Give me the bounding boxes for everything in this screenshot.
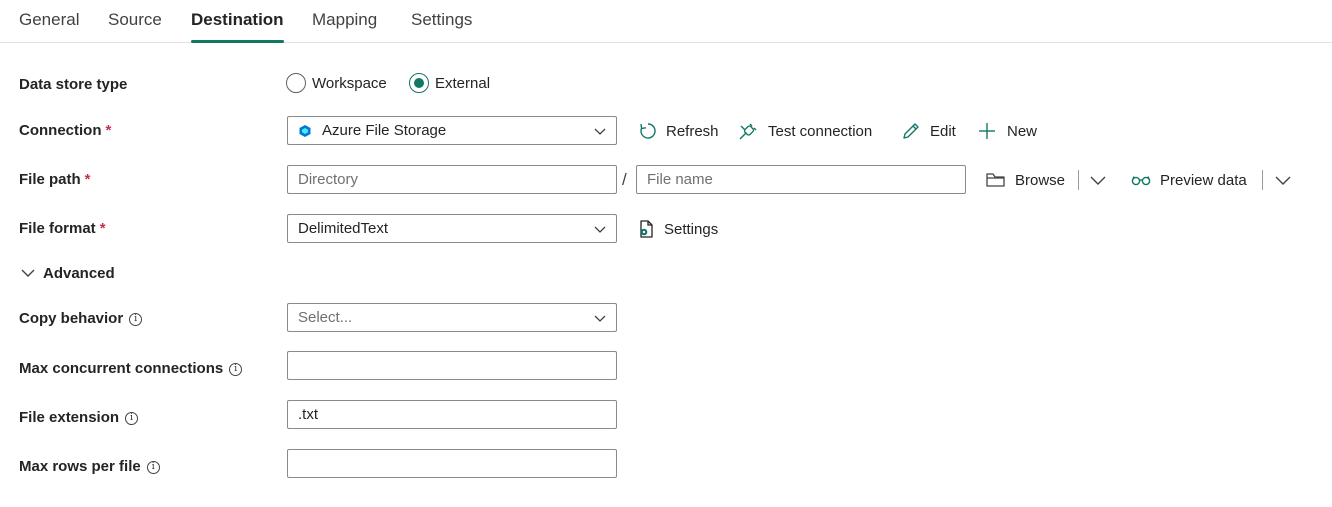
file-format-label-text: File format (19, 220, 96, 237)
info-icon[interactable]: i (129, 313, 143, 326)
azure-file-storage-icon (298, 124, 312, 138)
radio-circle-checked (409, 73, 429, 93)
info-icon[interactable]: i (229, 363, 243, 376)
refresh-icon (640, 123, 656, 139)
max-concurrent-label-text: Max concurrent connections (19, 360, 224, 377)
new-button[interactable]: New (977, 117, 1037, 145)
directory-input[interactable]: Directory (287, 165, 617, 194)
file-extension-value: .txt (298, 406, 319, 423)
tab-general[interactable]: General (19, 10, 79, 43)
required-mark: * (99, 220, 106, 237)
copy-behavior-select[interactable]: Select... (287, 303, 617, 332)
browse-label: Browse (1015, 171, 1066, 189)
radio-workspace-label: Workspace (312, 74, 387, 92)
chevron-down-icon (1275, 176, 1291, 185)
tab-settings[interactable]: Settings (411, 10, 472, 43)
preview-dropdown-button[interactable] (1273, 166, 1301, 194)
browse-dropdown-button[interactable] (1088, 166, 1116, 194)
file-path-label: File path * (19, 171, 91, 188)
advanced-label: Advanced (43, 264, 115, 282)
radio-external[interactable]: External (409, 72, 490, 94)
chevron-down-icon (594, 128, 606, 135)
file-name-placeholder: File name (647, 171, 713, 188)
file-format-select[interactable]: DelimitedText (287, 214, 617, 243)
connection-value: Azure File Storage (322, 122, 447, 139)
new-label: New (1007, 122, 1038, 140)
preview-data-label: Preview data (1160, 171, 1247, 189)
info-icon[interactable]: i (125, 412, 139, 425)
max-rows-label-text: Max rows per file (19, 458, 141, 475)
data-store-type-label: Data store type (19, 76, 128, 93)
preview-data-button[interactable]: Preview data (1130, 166, 1247, 194)
chevron-down-icon (21, 269, 35, 277)
required-mark: * (105, 122, 112, 139)
edit-button[interactable]: Edit (900, 117, 956, 145)
radio-workspace[interactable]: Workspace (286, 72, 387, 94)
max-rows-label: Max rows per file i (19, 458, 160, 475)
copy-behavior-label-text: Copy behavior (19, 310, 124, 327)
connection-label: Connection * (19, 122, 111, 139)
browse-button[interactable]: Browse (985, 166, 1065, 194)
test-connection-button[interactable]: Test connection (738, 117, 872, 145)
plus-icon (979, 123, 995, 139)
max-concurrent-label: Max concurrent connections i (19, 360, 243, 377)
info-icon[interactable]: i (146, 461, 160, 474)
file-format-value: DelimitedText (298, 220, 389, 237)
test-connection-label: Test connection (768, 122, 873, 140)
tab-destination[interactable]: Destination (191, 10, 284, 43)
connection-select[interactable]: Azure File Storage (287, 116, 617, 145)
folder-icon (986, 173, 1005, 187)
radio-circle (286, 73, 306, 93)
advanced-toggle[interactable]: Advanced (19, 264, 115, 282)
tab-bar: General Source Destination Mapping Setti… (0, 0, 1332, 43)
max-rows-input[interactable] (287, 449, 617, 478)
tab-mapping[interactable]: Mapping (312, 10, 377, 43)
chevron-down-icon (594, 315, 606, 322)
chevron-down-icon (1090, 176, 1106, 185)
tab-source[interactable]: Source (108, 10, 162, 43)
path-separator: / (622, 170, 627, 189)
copy-behavior-placeholder: Select... (298, 309, 353, 326)
format-settings-label: Settings (664, 220, 719, 238)
format-settings-button[interactable]: Settings (636, 215, 718, 243)
max-concurrent-input[interactable] (287, 351, 617, 380)
glasses-icon (1131, 176, 1151, 186)
connection-label-text: Connection (19, 122, 102, 139)
radio-external-label: External (435, 74, 491, 92)
file-name-input[interactable]: File name (636, 165, 966, 194)
file-path-label-text: File path (19, 171, 81, 188)
refresh-button[interactable]: Refresh (638, 117, 719, 145)
required-mark: * (84, 171, 91, 188)
edit-label: Edit (930, 122, 956, 140)
plug-icon (739, 123, 757, 140)
copy-behavior-label: Copy behavior i (19, 310, 143, 327)
file-settings-icon (640, 220, 653, 238)
divider (1262, 170, 1263, 190)
refresh-label: Refresh (666, 122, 719, 140)
file-extension-input[interactable]: .txt (287, 400, 617, 429)
file-extension-label-text: File extension (19, 409, 120, 426)
directory-placeholder: Directory (298, 171, 359, 188)
file-extension-label: File extension i (19, 409, 139, 426)
chevron-down-icon (594, 226, 606, 233)
divider (1078, 170, 1079, 190)
pencil-icon (903, 123, 919, 139)
file-format-label: File format * (19, 220, 106, 237)
